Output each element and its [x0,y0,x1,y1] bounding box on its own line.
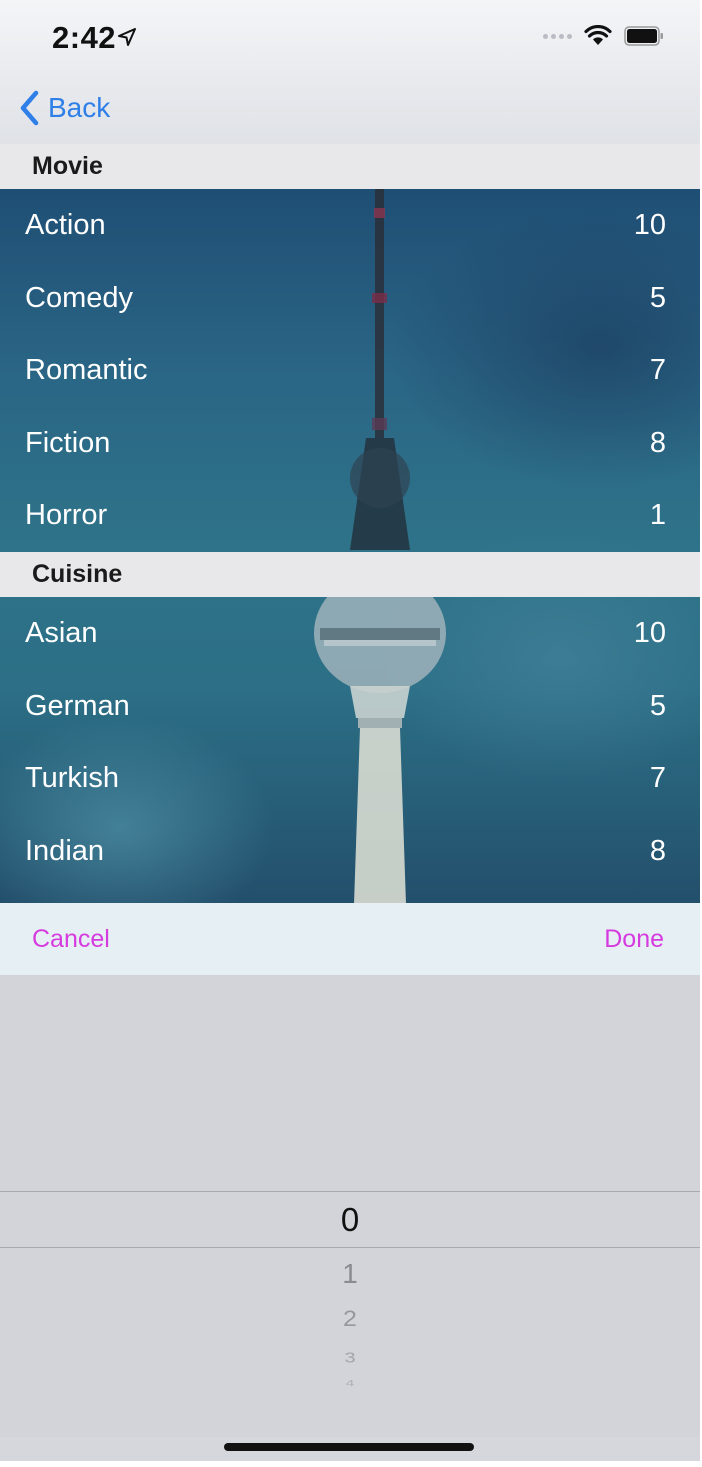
picker-selection-bottom-line [0,1247,700,1248]
picker-item[interactable]: 2 [0,1306,700,1332]
row-value: 5 [649,281,666,314]
picker-selection-top-line [0,1191,700,1192]
battery-icon [624,26,663,46]
row-label: German [25,689,130,722]
list-item[interactable]: Turkish 7 [0,742,700,814]
location-arrow-icon [118,28,136,46]
list-item[interactable]: German 5 [0,670,700,742]
row-value: 8 [649,834,666,867]
picker-item[interactable]: 1 [0,1258,700,1290]
picker-item[interactable]: 3 [0,1350,700,1367]
row-value: 7 [649,353,666,386]
picker-toolbar: Cancel Done [0,903,700,975]
back-label: Back [48,92,111,123]
row-value: 10 [633,616,666,649]
wifi-icon [584,25,612,45]
navigation-bar: 2:42 Back [0,0,702,144]
list-item[interactable]: Romantic 7 [0,334,700,406]
back-button[interactable]: Back [18,88,110,128]
list-item[interactable]: Horror 1 [0,479,700,551]
signal-dots-icon [543,33,572,39]
section-title: Cuisine [32,560,123,588]
list-item[interactable]: Asian 10 [0,597,700,669]
row-value: 8 [649,426,666,459]
picker-item[interactable]: 4 [0,1380,700,1389]
cancel-button[interactable]: Cancel [32,925,110,954]
row-value: 1 [649,498,666,531]
row-value: 5 [649,689,666,722]
row-value: 10 [633,208,666,241]
row-label: Asian [25,616,98,649]
status-time: 2:42 [52,20,117,55]
chevron-left-icon [20,90,39,126]
done-button[interactable]: Done [604,925,664,954]
row-label: Action [25,208,106,241]
row-label: Indian [25,834,105,867]
row-value: 7 [649,761,666,794]
list-item[interactable]: Fiction 8 [0,407,700,479]
section-title: Movie [32,152,103,180]
number-picker[interactable]: 0 1 2 3 4 [0,975,700,1437]
row-label: Horror [25,498,108,531]
screen-edge [0,1461,702,1467]
list-item[interactable]: Comedy 5 [0,262,700,334]
picker-item-selected[interactable]: 0 [0,1201,700,1239]
row-label: Romantic [25,353,148,386]
section-header-cuisine: Cuisine [0,552,700,597]
home-indicator[interactable] [224,1443,474,1451]
status-indicators [543,24,664,48]
row-label: Turkish [25,761,119,794]
list-item[interactable]: Action 10 [0,189,700,261]
list-item[interactable]: Indian 8 [0,815,700,887]
section-header-movie: Movie [0,144,700,189]
row-label: Comedy [25,281,133,314]
row-label: Fiction [25,426,111,459]
